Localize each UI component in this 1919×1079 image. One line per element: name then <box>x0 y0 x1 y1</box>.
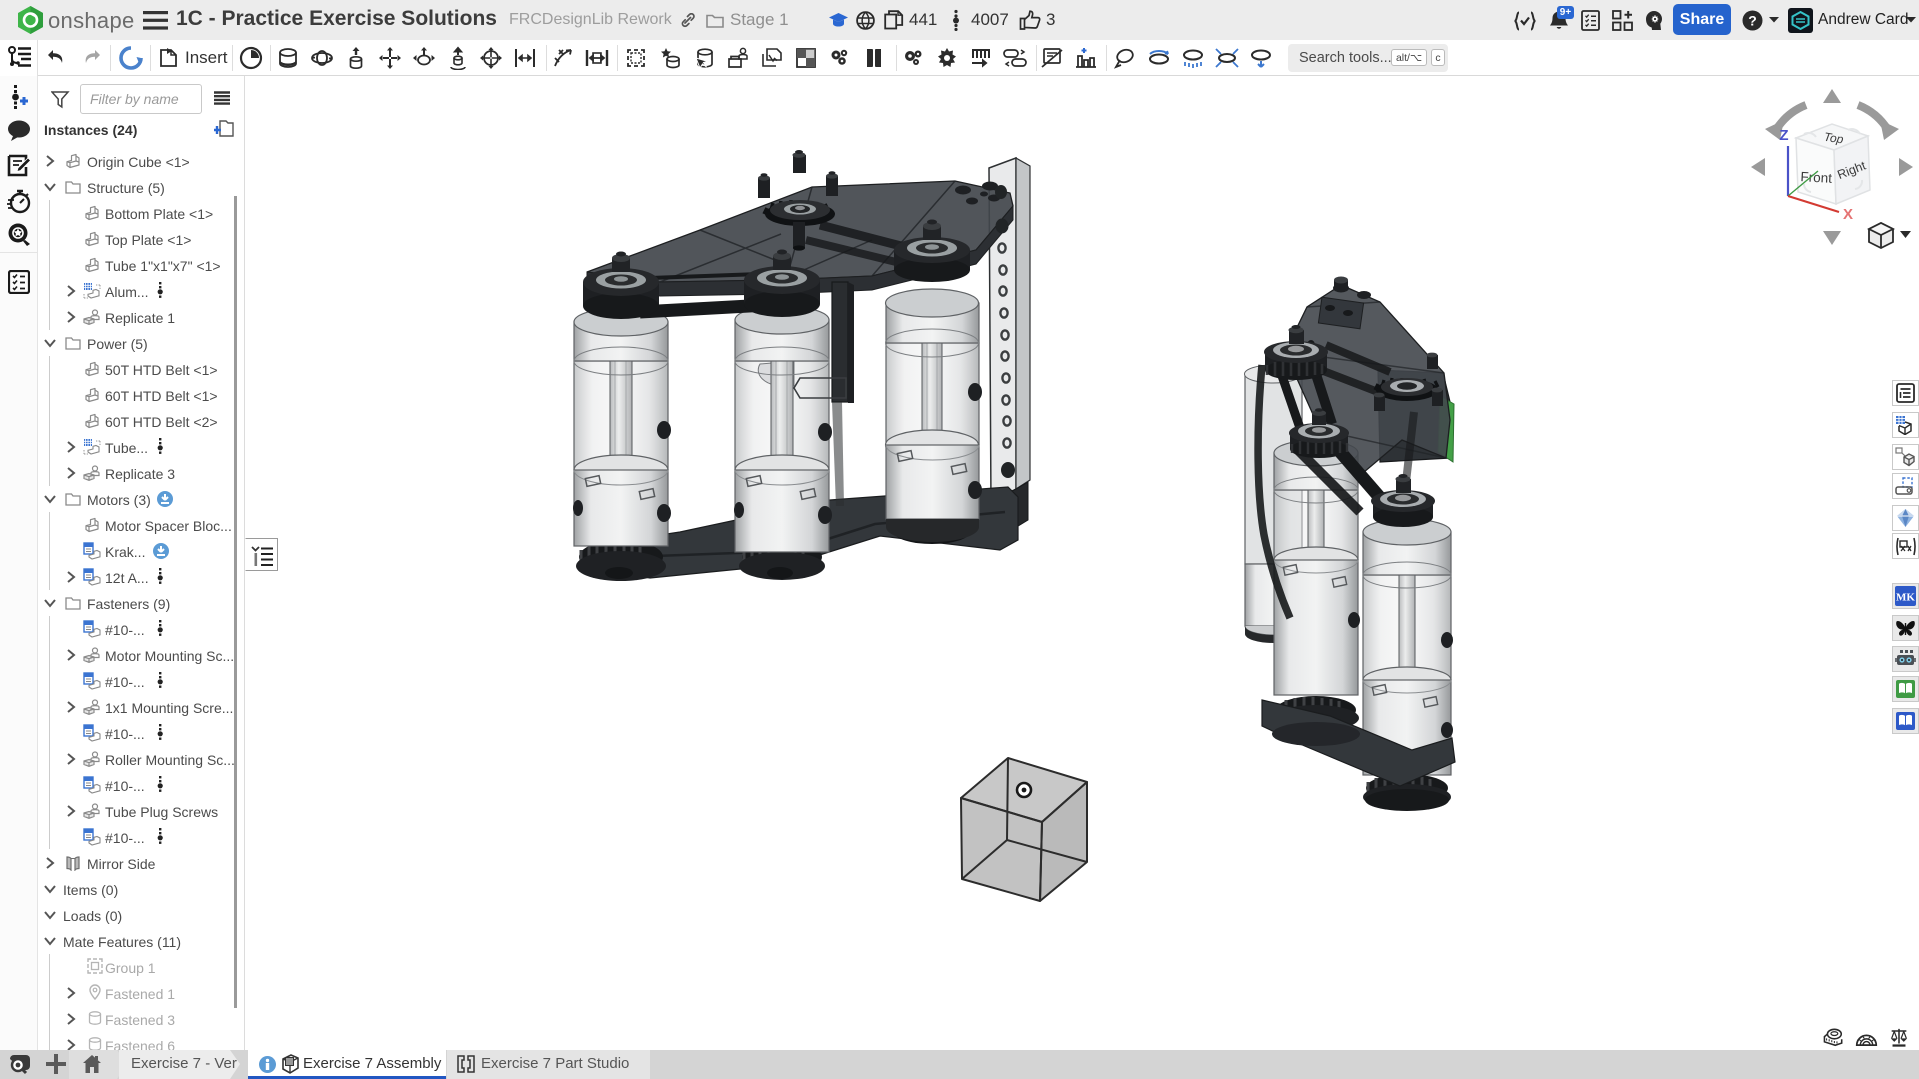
svg-text:?: ? <box>1748 13 1757 29</box>
svg-text:MK: MK <box>1896 592 1915 604</box>
svg-text:X: X <box>1843 206 1853 223</box>
svg-text:Z: Z <box>1779 127 1788 144</box>
